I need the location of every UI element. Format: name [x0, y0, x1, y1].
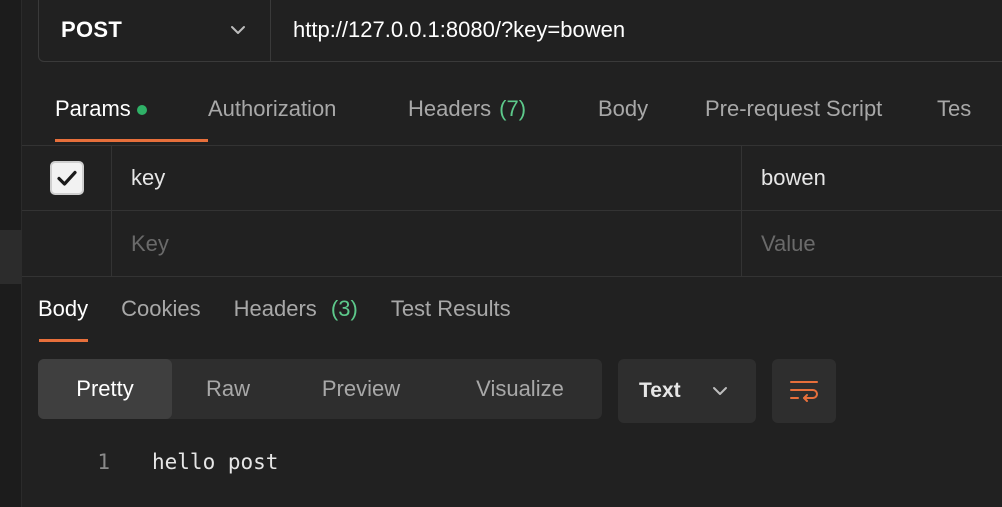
- request-tabs: Params Authorization Headers (7) Body Pr…: [38, 88, 1002, 144]
- new-param-check-cell: [22, 211, 112, 276]
- line-number: 1: [97, 450, 110, 474]
- response-tab-body-label: Body: [38, 296, 89, 321]
- checkmark-icon: [56, 170, 77, 186]
- format-label: Text: [639, 379, 681, 402]
- tab-tests[interactable]: Tes: [937, 88, 1002, 144]
- response-tab-cookies[interactable]: Cookies: [121, 292, 200, 344]
- param-enabled-checkbox[interactable]: [49, 160, 84, 195]
- sidebar-collapse-handle[interactable]: [0, 230, 22, 284]
- chevron-down-icon: [231, 25, 245, 34]
- wrap-lines-icon: [790, 381, 818, 402]
- param-enabled-cell: [22, 145, 112, 210]
- url-input[interactable]: http://127.0.0.1:8080/?key=bowen: [271, 0, 1002, 61]
- tab-body-label: Body: [598, 96, 649, 121]
- view-visualize-button[interactable]: Visualize: [438, 359, 602, 419]
- format-dropdown[interactable]: Text: [618, 359, 756, 423]
- params-active-dot-icon: [136, 105, 147, 115]
- response-line-text: hello post: [152, 450, 279, 474]
- tab-tests-label: Tes: [937, 96, 972, 121]
- param-value-input[interactable]: bowen: [742, 145, 1002, 210]
- wrap-lines-button[interactable]: [772, 359, 836, 423]
- method-dropdown[interactable]: POST: [39, 0, 271, 61]
- view-preview-button[interactable]: Preview: [284, 359, 438, 419]
- tab-params-label: Params: [55, 96, 131, 121]
- response-view-toggle: Pretty Raw Preview Visualize: [38, 359, 602, 419]
- tab-prerequest-script[interactable]: Pre-request Script: [705, 88, 937, 144]
- response-headers-count-badge: (3): [330, 296, 358, 321]
- new-param-value-input[interactable]: Value: [742, 211, 1002, 276]
- method-label: POST: [61, 16, 123, 42]
- new-param-key-input[interactable]: Key: [112, 211, 742, 276]
- table-row: key bowen: [22, 145, 1002, 211]
- response-tab-cookies-label: Cookies: [121, 296, 201, 321]
- response-tabs: Body Cookies Headers (3) Test Results: [38, 292, 544, 346]
- view-raw-button[interactable]: Raw: [172, 359, 284, 419]
- tab-prerequest-label: Pre-request Script: [705, 96, 883, 121]
- tab-params[interactable]: Params: [38, 88, 208, 144]
- response-body-editor[interactable]: 1 hello post: [22, 438, 1002, 486]
- chevron-down-icon: [713, 387, 727, 395]
- response-tab-body[interactable]: Body: [38, 292, 89, 344]
- tab-authorization[interactable]: Authorization: [208, 88, 408, 144]
- request-bar: POST http://127.0.0.1:8080/?key=bowen: [38, 0, 1002, 62]
- table-row-new: Key Value: [22, 211, 1002, 277]
- tab-body[interactable]: Body: [598, 88, 705, 144]
- tab-headers-label: Headers: [408, 96, 492, 121]
- response-tab-test-results[interactable]: Test Results: [391, 292, 511, 344]
- left-sidebar-rail: [0, 0, 22, 507]
- response-tab-test-results-label: Test Results: [390, 296, 511, 321]
- response-tab-headers-label: Headers: [233, 296, 317, 321]
- view-pretty-button[interactable]: Pretty: [38, 359, 172, 419]
- tab-headers[interactable]: Headers (7): [408, 88, 598, 144]
- param-key-input[interactable]: key: [112, 145, 742, 210]
- params-table: key bowen Key Value: [22, 145, 1002, 277]
- headers-count-badge: (7): [499, 96, 527, 121]
- tab-authorization-label: Authorization: [208, 96, 337, 121]
- response-tab-headers[interactable]: Headers (3): [234, 292, 358, 344]
